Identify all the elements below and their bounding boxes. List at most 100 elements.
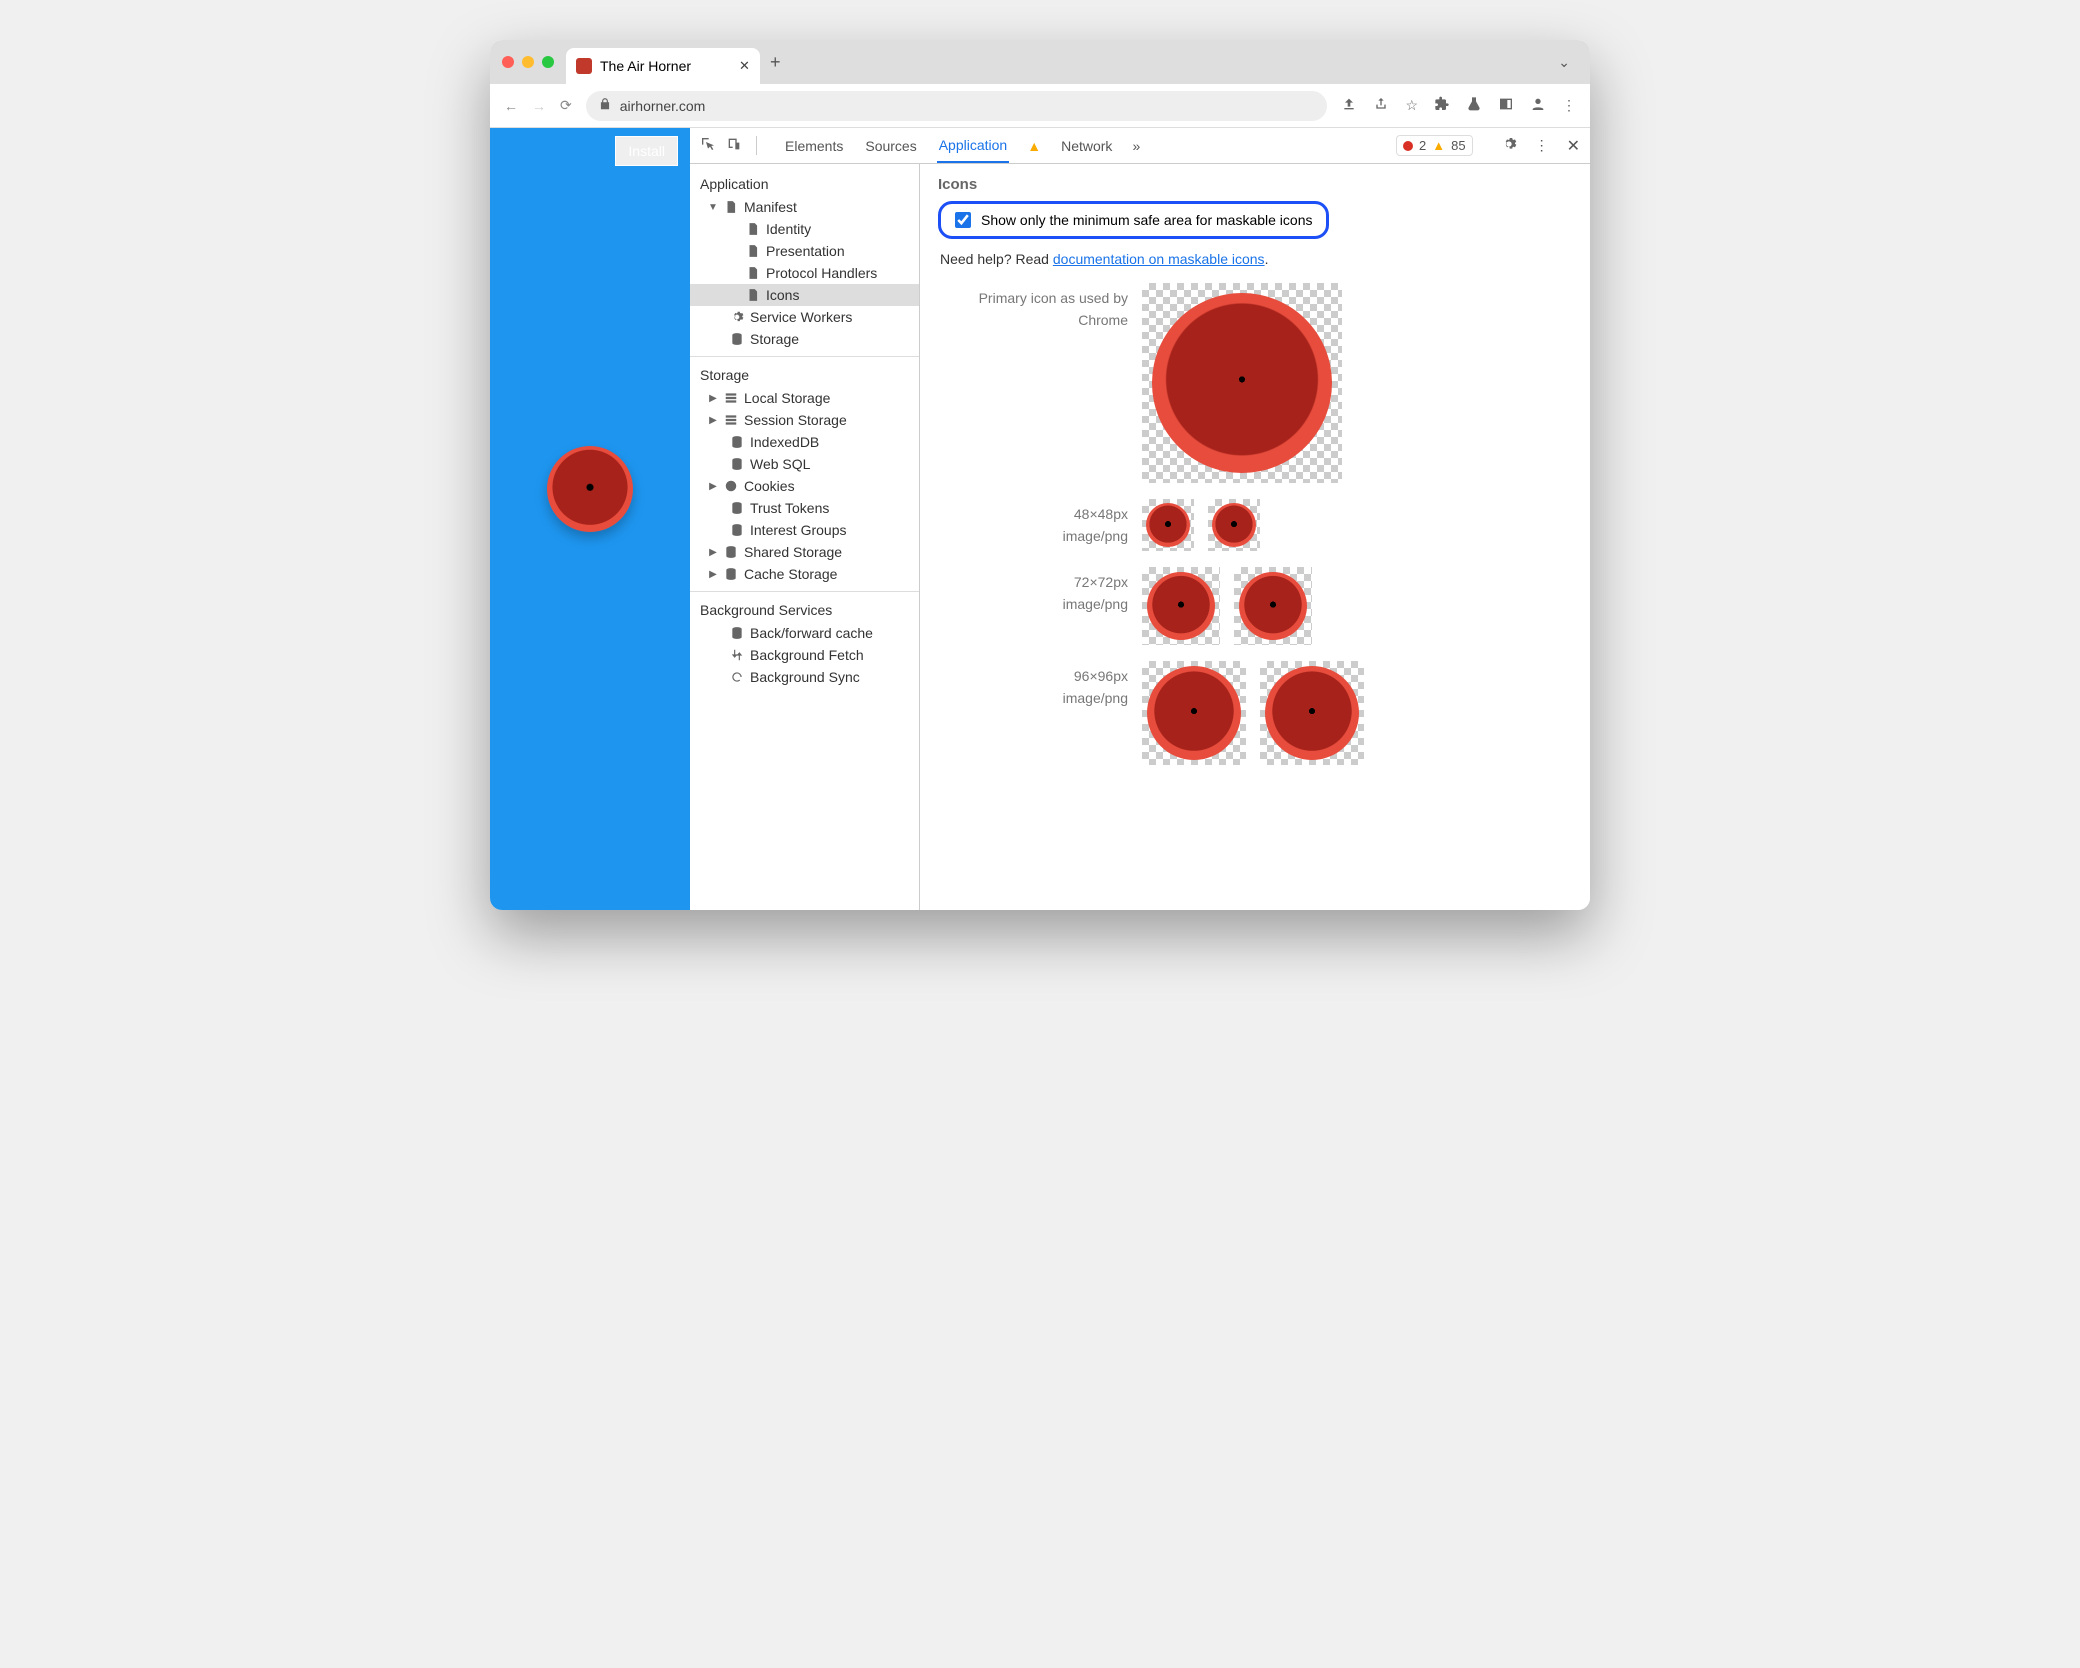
sidebar-item-bg-fetch[interactable]: Background Fetch [690, 644, 919, 666]
icon-preview-96-b [1260, 661, 1364, 765]
maximize-window-button[interactable] [542, 56, 554, 68]
icon-mime: image/png [938, 593, 1128, 615]
icon-size: 72×72px [938, 571, 1128, 593]
labs-icon[interactable] [1466, 96, 1482, 115]
sidebar-item-label: Session Storage [744, 412, 847, 428]
reload-button[interactable]: ⟳ [560, 97, 572, 114]
address-field[interactable]: airhorner.com [586, 91, 1328, 121]
icon-preview-72-b [1234, 567, 1312, 645]
settings-icon[interactable] [1501, 136, 1517, 155]
sidebar-heading-background: Background Services [690, 598, 919, 622]
airhorn-button[interactable] [547, 446, 633, 532]
warn-count: 85 [1451, 138, 1465, 153]
sidebar-item-label: Background Fetch [750, 647, 864, 663]
error-icon [1403, 141, 1413, 151]
tab-title: The Air Horner [600, 58, 691, 74]
profile-icon[interactable] [1530, 96, 1546, 115]
sidebar-item-label: Trust Tokens [750, 500, 829, 516]
devtools: Elements Sources Application ▲ Network »… [690, 128, 1590, 910]
bookmark-icon[interactable]: ☆ [1405, 97, 1418, 114]
sidebar-item-label: Back/forward cache [750, 625, 873, 641]
back-button[interactable]: ← [504, 98, 518, 114]
sidebar-item-bg-sync[interactable]: Background Sync [690, 666, 919, 688]
sidebar-item-cookies[interactable]: ▶Cookies [690, 475, 919, 497]
tab-sources[interactable]: Sources [863, 130, 918, 162]
primary-label-1: Primary icon as used by [938, 287, 1128, 309]
url-bar: ← → ⟳ airhorner.com ☆ ⋮ [490, 84, 1590, 128]
close-window-button[interactable] [502, 56, 514, 68]
traffic-lights [502, 56, 554, 68]
help-link[interactable]: documentation on maskable icons [1053, 251, 1265, 267]
icon-preview-72-a [1142, 567, 1220, 645]
tab-network[interactable]: Network [1059, 130, 1114, 162]
icon-row-96: 96×96px image/png [938, 661, 1572, 765]
sidebar-item-interest-groups[interactable]: Interest Groups [690, 519, 919, 541]
sidebar-item-protocol-handlers[interactable]: Protocol Handlers [690, 262, 919, 284]
sidebar-item-label: Storage [750, 331, 799, 347]
minimize-window-button[interactable] [522, 56, 534, 68]
sidebar-item-presentation[interactable]: Presentation [690, 240, 919, 262]
sidebar-item-icons[interactable]: Icons [690, 284, 919, 306]
device-toolbar-icon[interactable] [726, 136, 742, 155]
browser-tab[interactable]: The Air Horner ✕ [566, 48, 760, 84]
sidebar-item-label: Protocol Handlers [766, 265, 877, 281]
sidebar-heading-application: Application [690, 172, 919, 196]
icons-panel: Icons Show only the minimum safe area fo… [920, 164, 1590, 910]
sidebar-item-label: Web SQL [750, 456, 810, 472]
console-counts[interactable]: 2 ▲ 85 [1396, 135, 1473, 156]
close-devtools-icon[interactable]: ✕ [1567, 136, 1580, 156]
devtools-tabs: Elements Sources Application ▲ Network »… [690, 128, 1590, 164]
sidebar-item-storage[interactable]: Storage [690, 328, 919, 350]
share-icon[interactable] [1373, 96, 1389, 115]
install-button[interactable]: Install [615, 136, 678, 166]
forward-button[interactable]: → [532, 98, 546, 114]
tab-application[interactable]: Application [937, 129, 1010, 163]
sidebar-item-bfcache[interactable]: Back/forward cache [690, 622, 919, 644]
sidebar-item-label: Manifest [744, 199, 797, 215]
close-tab-icon[interactable]: ✕ [739, 58, 750, 74]
sidebar-item-label: Interest Groups [750, 522, 847, 538]
inspect-element-icon[interactable] [700, 136, 716, 155]
install-pwa-icon[interactable] [1341, 96, 1357, 115]
kebab-menu-icon[interactable]: ⋮ [1562, 97, 1576, 114]
sidebar-item-identity[interactable]: Identity [690, 218, 919, 240]
icon-mime: image/png [938, 525, 1128, 547]
sidebar-item-manifest[interactable]: ▼ Manifest [690, 196, 919, 218]
sidebar-item-label: Shared Storage [744, 544, 842, 560]
sidebar-heading-storage: Storage [690, 363, 919, 387]
sidebar-item-trust-tokens[interactable]: Trust Tokens [690, 497, 919, 519]
extensions-icon[interactable] [1434, 96, 1450, 115]
sidebar-item-label: Cache Storage [744, 566, 837, 582]
sidebar-item-cache-storage[interactable]: ▶Cache Storage [690, 563, 919, 585]
sidebar-item-service-workers[interactable]: Service Workers [690, 306, 919, 328]
tabs-dropdown-icon[interactable]: ⌄ [1558, 54, 1570, 71]
icon-preview-primary [1142, 283, 1342, 483]
devtools-kebab-icon[interactable]: ⋮ [1535, 137, 1549, 154]
tab-elements[interactable]: Elements [783, 130, 845, 162]
icon-preview-48-a [1142, 499, 1194, 551]
warn-icon: ▲ [1432, 138, 1445, 153]
sidebar-item-local-storage[interactable]: ▶Local Storage [690, 387, 919, 409]
sidebar-item-label: Local Storage [744, 390, 830, 406]
sidebar-item-shared-storage[interactable]: ▶Shared Storage [690, 541, 919, 563]
sidebar-item-label: Cookies [744, 478, 795, 494]
new-tab-button[interactable]: + [770, 52, 781, 73]
sidebar-item-indexeddb[interactable]: IndexedDB [690, 431, 919, 453]
icon-row-72: 72×72px image/png [938, 567, 1572, 645]
sidebar-item-websql[interactable]: Web SQL [690, 453, 919, 475]
more-tabs-icon[interactable]: » [1132, 138, 1140, 154]
titlebar: The Air Horner ✕ + ⌄ [490, 40, 1590, 84]
sidebar-item-label: IndexedDB [750, 434, 819, 450]
sidebar-item-label: Background Sync [750, 669, 860, 685]
error-count: 2 [1419, 138, 1426, 153]
primary-label-2: Chrome [938, 309, 1128, 331]
icons-heading: Icons [938, 176, 1572, 193]
sidebar-item-session-storage[interactable]: ▶Session Storage [690, 409, 919, 431]
sidebar-item-label: Service Workers [750, 309, 852, 325]
sidebar-item-label: Identity [766, 221, 811, 237]
safe-area-checkbox-frame: Show only the minimum safe area for mask… [938, 201, 1329, 239]
side-panel-icon[interactable] [1498, 96, 1514, 115]
safe-area-checkbox[interactable] [955, 212, 971, 228]
sidebar-item-label: Presentation [766, 243, 845, 259]
primary-icon-row: Primary icon as used by Chrome [938, 283, 1572, 483]
